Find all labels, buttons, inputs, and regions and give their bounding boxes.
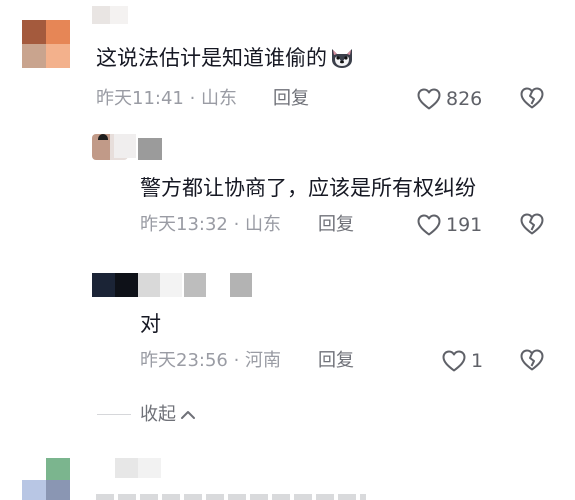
like-button[interactable]: 826 <box>416 86 482 112</box>
comment-text: 对 <box>140 312 161 336</box>
heart-icon <box>441 349 467 373</box>
comment-meta: 昨天13:32 · 山东 <box>140 214 282 235</box>
heart-icon <box>416 213 442 237</box>
broken-heart-icon <box>519 86 545 110</box>
comment-text: 警方都让协商了，应该是所有权纠纷 <box>140 176 476 200</box>
avatar[interactable] <box>22 458 70 500</box>
comment-meta: 昨天23:56 · 河南 <box>140 350 282 371</box>
reply-button[interactable]: 回复 <box>273 87 309 111</box>
dislike-button[interactable] <box>519 212 545 236</box>
dog-face-emoji-icon <box>329 45 355 69</box>
broken-heart-icon <box>519 212 545 236</box>
collapse-divider <box>97 414 131 415</box>
avatar[interactable] <box>92 273 138 297</box>
comment-meta: 昨天11:41 · 山东 <box>96 88 238 109</box>
dislike-button[interactable] <box>519 86 545 110</box>
username-mosaic[interactable] <box>92 6 128 24</box>
like-button[interactable]: 1 <box>441 348 483 374</box>
chevron-up-icon <box>180 409 196 421</box>
collapse-label: 收起 <box>140 404 176 425</box>
heart-icon <box>416 87 442 111</box>
like-count: 1 <box>471 350 484 372</box>
collapse-button[interactable]: 收起 <box>140 403 196 427</box>
username-mosaic[interactable] <box>138 273 254 297</box>
avatar[interactable] <box>22 20 70 68</box>
username-mosaic[interactable] <box>138 138 162 160</box>
cutoff-text-hint <box>96 494 366 500</box>
username-mosaic[interactable] <box>115 458 161 478</box>
broken-heart-icon <box>519 348 545 372</box>
like-count: 191 <box>446 214 483 236</box>
like-button[interactable]: 191 <box>416 212 482 238</box>
like-count: 826 <box>446 88 483 110</box>
username-mosaic-light <box>114 134 136 158</box>
dislike-button[interactable] <box>519 348 545 372</box>
reply-button[interactable]: 回复 <box>318 349 354 373</box>
comment-text: 这说法估计是知道谁偷的 <box>96 44 355 72</box>
reply-button[interactable]: 回复 <box>318 213 354 237</box>
